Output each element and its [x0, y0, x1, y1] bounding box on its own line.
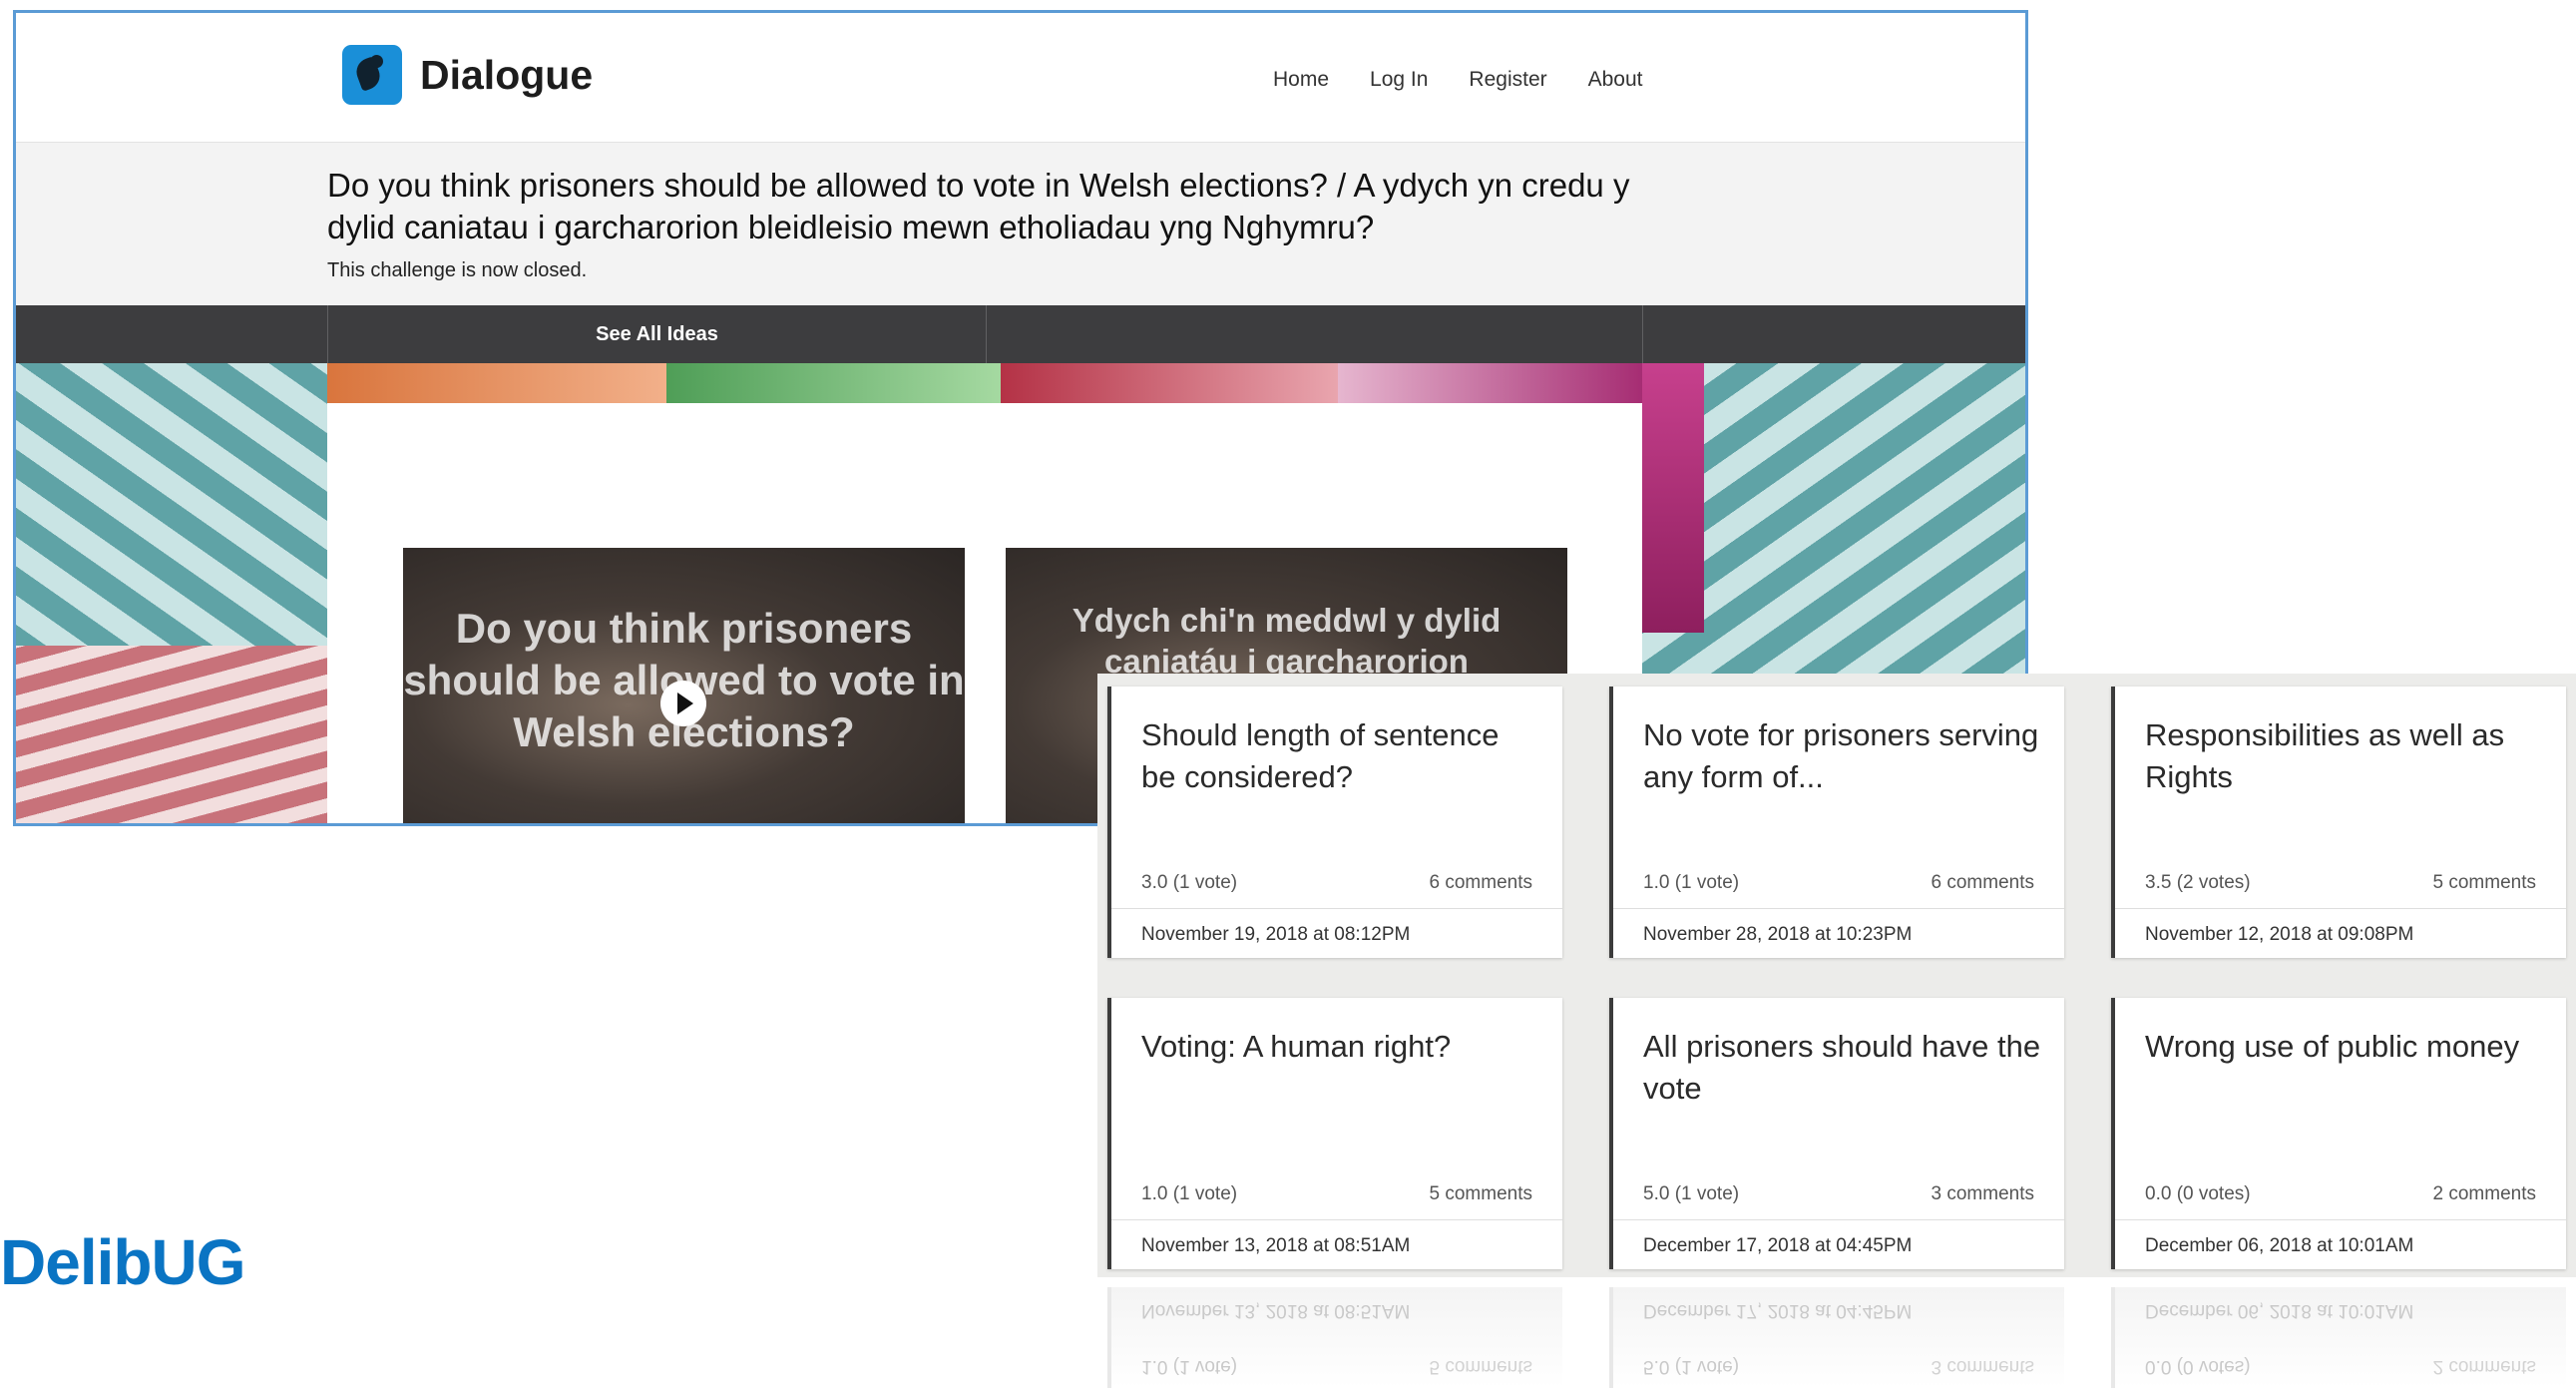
- idea-card[interactable]: No vote for prisoners serving any form o…: [1609, 687, 2064, 958]
- idea-comments[interactable]: 2 comments: [2433, 1183, 2536, 1205]
- nav-register-link[interactable]: Register: [1469, 68, 1546, 92]
- idea-rating: 3.0 (1 vote): [1141, 872, 1238, 893]
- top-navigation: Dialogue Home Log In Register About: [16, 13, 2025, 143]
- idea-comments[interactable]: 5 comments: [2433, 872, 2536, 894]
- idea-comments[interactable]: 3 comments: [1932, 1183, 2034, 1205]
- divider: [2115, 908, 2566, 909]
- idea-date: November 28, 2018 at 10:23PM: [1643, 924, 1913, 945]
- divider: [1613, 908, 2064, 909]
- tab-see-all-ideas[interactable]: See All Ideas: [327, 305, 986, 363]
- nav-home-link[interactable]: Home: [1273, 68, 1329, 92]
- idea-card[interactable]: Voting: A human right? 1.0 (1 vote) 5 co…: [1107, 998, 1562, 1269]
- divider: [2115, 1219, 2566, 1220]
- reflection-date: December 06, 2018 at 10:01AM: [2145, 1300, 2414, 1321]
- app-name: Dialogue: [420, 51, 594, 98]
- grid-reflection: November 13, 2018 at 08:51AM 1.0 (1 vote…: [1097, 1277, 2576, 1388]
- idea-title[interactable]: Should length of sentence be considered?: [1141, 714, 1540, 798]
- tab-empty[interactable]: [986, 305, 1642, 363]
- reflection-comments: 2 comments: [2432, 1356, 2536, 1377]
- idea-title[interactable]: Responsibilities as well as Rights: [2145, 714, 2544, 798]
- reflection-card: November 13, 2018 at 08:51AM 1.0 (1 vote…: [1107, 1287, 1562, 1388]
- idea-rating: 3.5 (2 votes): [2145, 872, 2251, 893]
- tab-empty-right[interactable]: [1642, 305, 2025, 363]
- tab-bar: See All Ideas: [16, 305, 2025, 363]
- idea-date: November 13, 2018 at 08:51AM: [1141, 1235, 1411, 1256]
- reflection-rating: 0.0 (0 votes): [2145, 1356, 2251, 1377]
- video-welsh-caption: Ydych chi'n meddwl y dylid caniatáu i ga…: [1072, 602, 1502, 680]
- idea-card[interactable]: Wrong use of public money 0.0 (0 votes) …: [2111, 998, 2566, 1269]
- idea-card[interactable]: All prisoners should have the vote 5.0 (…: [1609, 998, 2064, 1269]
- squirrel-logo-icon: [342, 45, 402, 105]
- tab-see-all-ideas-label: See All Ideas: [596, 322, 718, 345]
- idea-comments[interactable]: 6 comments: [1932, 872, 2034, 894]
- challenge-status: This challenge is now closed.: [327, 259, 588, 281]
- idea-rating: 1.0 (1 vote): [1141, 1183, 1238, 1204]
- reflection-rating: 1.0 (1 vote): [1141, 1356, 1238, 1377]
- idea-date: December 17, 2018 at 04:45PM: [1643, 1235, 1913, 1256]
- play-button-icon[interactable]: [660, 681, 706, 726]
- banner-strip-pink: [1338, 363, 1642, 403]
- reflection-comments: 3 comments: [1931, 1356, 2034, 1377]
- logo[interactable]: Dialogue: [342, 45, 593, 105]
- challenge-header: Do you think prisoners should be allowed…: [16, 143, 2025, 316]
- idea-date: November 12, 2018 at 09:08PM: [2145, 924, 2414, 945]
- idea-card[interactable]: Responsibilities as well as Rights 3.5 (…: [2111, 687, 2566, 958]
- idea-title[interactable]: No vote for prisoners serving any form o…: [1643, 714, 2042, 798]
- reflection-date: November 13, 2018 at 08:51AM: [1141, 1300, 1411, 1321]
- idea-card[interactable]: Should length of sentence be considered?…: [1107, 687, 1562, 958]
- idea-comments[interactable]: 6 comments: [1430, 872, 1532, 894]
- reflection-comments: 5 comments: [1429, 1356, 1532, 1377]
- reflection-card: December 17, 2018 at 04:45PM 5.0 (1 vote…: [1609, 1287, 2064, 1388]
- banner-strip-green: [666, 363, 1001, 403]
- nav-login-link[interactable]: Log In: [1370, 68, 1428, 92]
- banner-strip-orange: [327, 363, 666, 403]
- video-english[interactable]: Do you think prisoners should be allowed…: [403, 548, 965, 823]
- banner-image-right-pink: [1642, 363, 1704, 633]
- idea-date: November 19, 2018 at 08:12PM: [1141, 924, 1411, 945]
- divider: [1111, 908, 1562, 909]
- reflection-date: December 17, 2018 at 04:45PM: [1643, 1300, 1913, 1321]
- idea-rating: 5.0 (1 vote): [1643, 1183, 1740, 1204]
- idea-title[interactable]: All prisoners should have the vote: [1643, 1026, 2042, 1110]
- challenge-title: Do you think prisoners should be allowed…: [327, 167, 1630, 245]
- idea-title[interactable]: Voting: A human right?: [1141, 1026, 1540, 1068]
- banner-strip-red: [1001, 363, 1338, 403]
- reflection-card: December 06, 2018 at 10:01AM 0.0 (0 vote…: [2111, 1287, 2566, 1388]
- idea-title[interactable]: Wrong use of public money: [2145, 1026, 2544, 1068]
- divider: [1613, 1219, 2064, 1220]
- idea-rating: 1.0 (1 vote): [1643, 872, 1740, 893]
- main-menu: Home Log In Register About: [1273, 68, 1643, 92]
- ideas-grid-screenshot: Should length of sentence be considered?…: [1097, 674, 2576, 1277]
- nav-about-link[interactable]: About: [1588, 68, 1643, 92]
- delibug-brand: DelibUG: [0, 1226, 245, 1298]
- banner-image-left-lower: [16, 646, 327, 823]
- idea-date: December 06, 2018 at 10:01AM: [2145, 1235, 2414, 1256]
- idea-rating: 0.0 (0 votes): [2145, 1183, 2251, 1204]
- divider: [1111, 1219, 1562, 1220]
- idea-comments[interactable]: 5 comments: [1430, 1183, 1532, 1205]
- reflection-rating: 5.0 (1 vote): [1643, 1356, 1740, 1377]
